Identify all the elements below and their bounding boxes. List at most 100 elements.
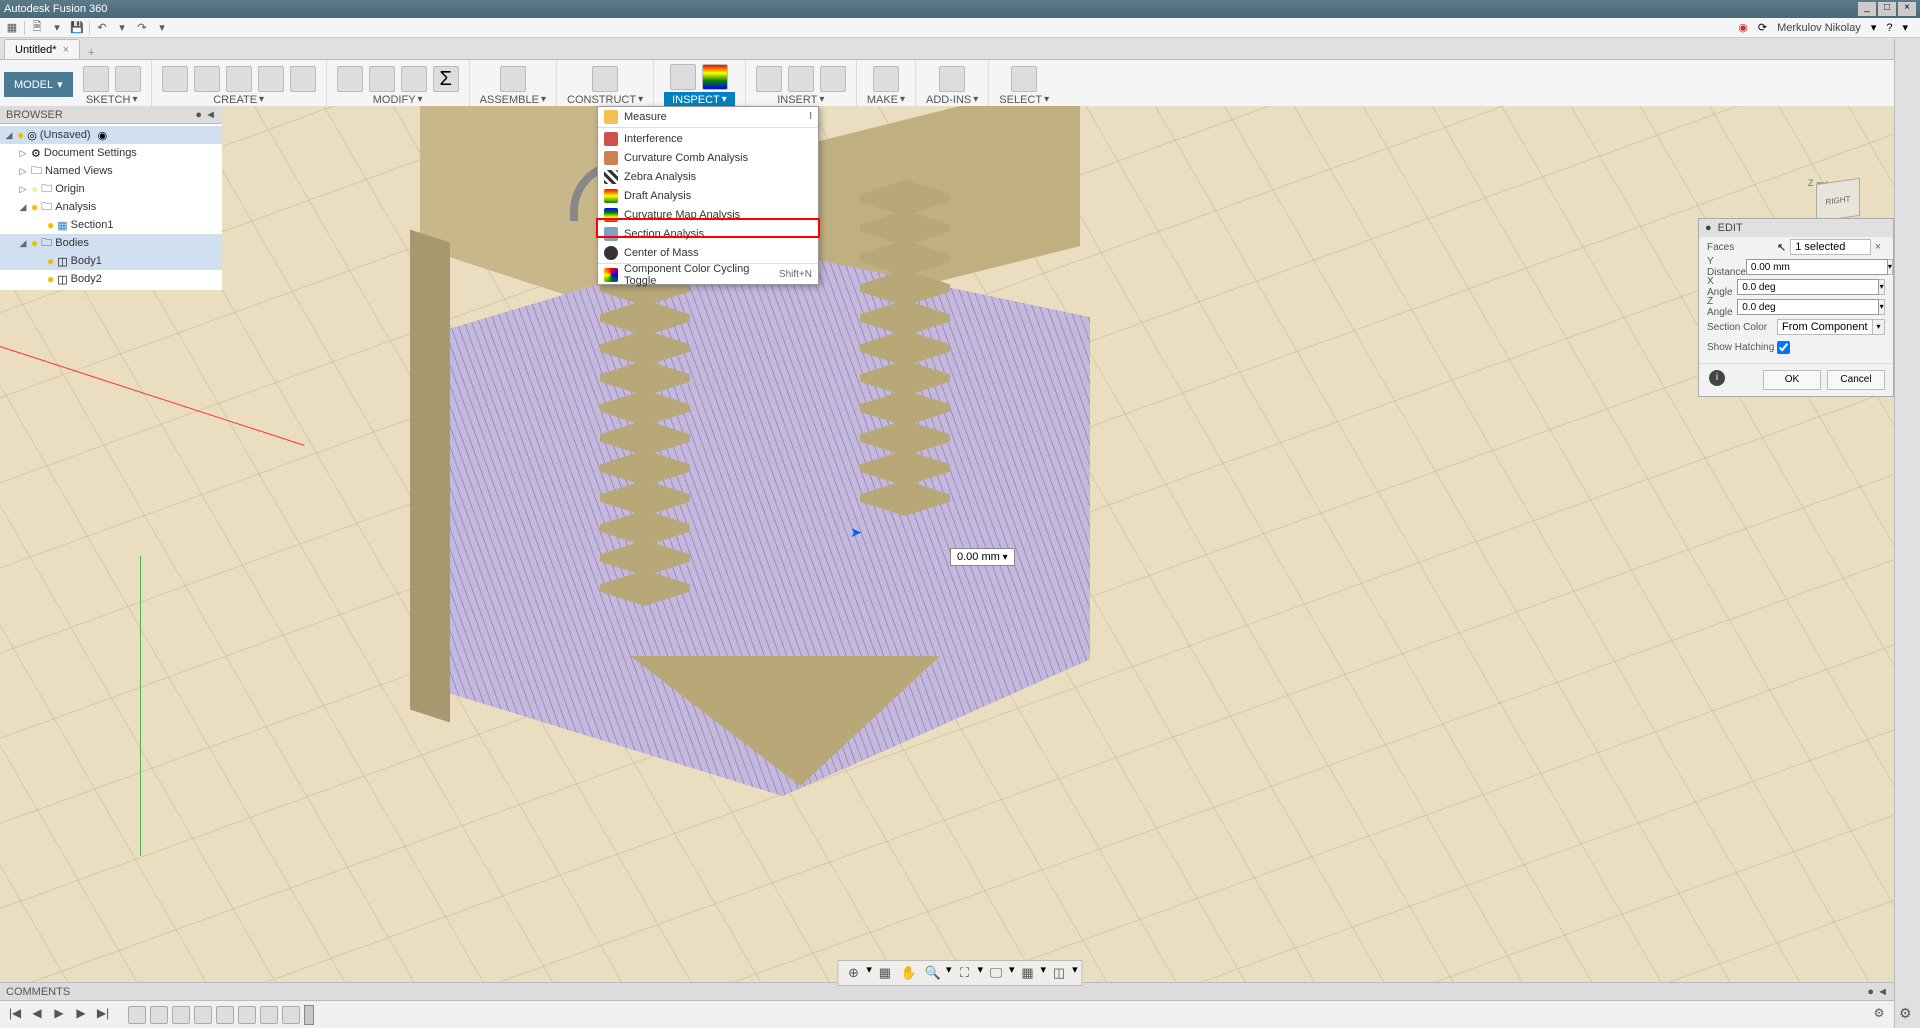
help-menu-arrow[interactable]: ▾ xyxy=(1902,21,1908,34)
make-icon[interactable] xyxy=(873,66,899,92)
look-at-icon[interactable]: ▦ xyxy=(874,963,896,983)
ribbon-group-make[interactable]: MAKE ▾ xyxy=(867,94,905,106)
timeline-start-icon[interactable]: |◀ xyxy=(6,1006,24,1024)
timeline-feature[interactable] xyxy=(216,1006,234,1024)
timeline-feature[interactable] xyxy=(282,1006,300,1024)
sketch-arc-icon[interactable] xyxy=(115,66,141,92)
new-tab-button[interactable]: + xyxy=(80,47,102,59)
user-menu-arrow[interactable]: ▾ xyxy=(1871,21,1877,34)
ribbon-group-assemble[interactable]: ASSEMBLE ▾ xyxy=(480,94,546,106)
menu-curvature-comb[interactable]: Curvature Comb Analysis xyxy=(598,148,818,167)
display-icon[interactable]: 🖵 xyxy=(985,963,1007,983)
menu-zebra[interactable]: Zebra Analysis xyxy=(598,167,818,186)
timeline-feature[interactable] xyxy=(172,1006,190,1024)
create-form-icon[interactable] xyxy=(194,66,220,92)
x-angle-spinner[interactable]: ▾ xyxy=(1879,279,1885,295)
timeline-feature[interactable] xyxy=(260,1006,278,1024)
timeline-settings-icon[interactable]: ⚙ xyxy=(1870,1006,1888,1024)
window-maximize[interactable]: □ xyxy=(1878,2,1896,16)
file-new-icon[interactable]: 🗎 xyxy=(29,20,45,36)
assemble-icon[interactable] xyxy=(500,66,526,92)
save-icon[interactable]: 💾 xyxy=(69,20,85,36)
y-distance-input[interactable] xyxy=(1746,259,1888,275)
document-tab[interactable]: Untitled* × xyxy=(4,39,80,59)
zoom-icon[interactable]: 🔍 xyxy=(922,963,944,983)
inspect-icon[interactable] xyxy=(670,64,696,90)
timeline-feature[interactable] xyxy=(128,1006,146,1024)
home-icon[interactable]: ▦ xyxy=(4,20,20,36)
create-cylinder-icon[interactable] xyxy=(258,66,284,92)
modify-align-icon[interactable] xyxy=(401,66,427,92)
section-color-select[interactable]: From Component xyxy=(1777,319,1873,335)
menu-curvature-map[interactable]: Curvature Map Analysis xyxy=(598,205,818,224)
browser-origin[interactable]: ▷●🗀 Origin xyxy=(0,180,222,198)
z-angle-spinner[interactable]: ▾ xyxy=(1879,299,1885,315)
window-minimize[interactable]: _ xyxy=(1858,2,1876,16)
browser-section1[interactable]: ●▦ Section1 xyxy=(0,216,222,234)
undo-menu[interactable]: ▾ xyxy=(114,20,130,36)
grid-icon[interactable]: ▦ xyxy=(1017,963,1039,983)
browser-root[interactable]: ◢●◎ (Unsaved)◉ xyxy=(0,126,222,144)
clear-selection-icon[interactable]: × xyxy=(1871,241,1885,253)
insert-canvas-icon[interactable] xyxy=(788,66,814,92)
browser-named-views[interactable]: ▷🗀 Named Views xyxy=(0,162,222,180)
edit-panel-header[interactable]: ● EDIT xyxy=(1699,219,1893,237)
help-icon[interactable]: ? xyxy=(1886,22,1892,34)
pan-icon[interactable]: ✋ xyxy=(898,963,920,983)
select-icon[interactable] xyxy=(1011,66,1037,92)
timeline-prev-icon[interactable]: ◀ xyxy=(28,1006,46,1024)
record-icon[interactable]: ◉ xyxy=(1738,21,1748,34)
browser-bodies[interactable]: ◢●🗀 Bodies xyxy=(0,234,222,252)
modify-press-icon[interactable] xyxy=(337,66,363,92)
ribbon-group-select[interactable]: SELECT ▾ xyxy=(999,94,1049,106)
viewport-layout-icon[interactable]: ◫ xyxy=(1048,963,1070,983)
menu-measure[interactable]: MeasureI xyxy=(598,107,818,126)
insert-mcmaster-icon[interactable] xyxy=(820,66,846,92)
z-angle-input[interactable] xyxy=(1737,299,1879,315)
create-pattern-icon[interactable] xyxy=(290,66,316,92)
file-menu-arrow[interactable]: ▾ xyxy=(49,20,65,36)
viewport-canvas[interactable]: ➤ 0.00 mm ▾ Z ⟶ RIGHT xyxy=(0,106,1894,986)
cancel-button[interactable]: Cancel xyxy=(1827,370,1885,390)
browser-body2[interactable]: ●◫ Body2 xyxy=(0,270,222,288)
view-cube-face[interactable]: RIGHT xyxy=(1816,178,1860,222)
tab-close-icon[interactable]: × xyxy=(63,44,69,56)
info-icon[interactable]: i xyxy=(1709,370,1725,386)
ribbon-group-create[interactable]: CREATE ▾ xyxy=(213,94,264,106)
ribbon-group-insert[interactable]: INSERT ▾ xyxy=(777,94,824,106)
ribbon-group-construct[interactable]: CONSTRUCT ▾ xyxy=(567,94,643,106)
inspect-color-icon[interactable] xyxy=(702,64,728,90)
collapse-icon[interactable]: ● xyxy=(1705,222,1712,234)
browser-body1[interactable]: ●◫ Body1 xyxy=(0,252,222,270)
menu-color-toggle[interactable]: Component Color Cycling ToggleShift+N xyxy=(598,265,818,284)
faces-selection[interactable]: 1 selected xyxy=(1790,239,1871,255)
manipulator-arrow-icon[interactable]: ➤ xyxy=(850,524,862,541)
browser-analysis[interactable]: ◢●🗀 Analysis xyxy=(0,198,222,216)
user-name[interactable]: Merkulov Nikolay xyxy=(1777,22,1861,34)
timeline-end-icon[interactable]: ▶| xyxy=(94,1006,112,1024)
x-angle-input[interactable] xyxy=(1737,279,1879,295)
ribbon-group-sketch[interactable]: SKETCH ▾ xyxy=(86,94,138,106)
browser-doc-settings[interactable]: ▷⚙ Document Settings xyxy=(0,144,222,162)
timeline-next-icon[interactable]: ▶ xyxy=(72,1006,90,1024)
menu-draft[interactable]: Draft Analysis xyxy=(598,186,818,205)
redo-icon[interactable]: ↷ xyxy=(134,20,150,36)
ribbon-group-modify[interactable]: MODIFY ▾ xyxy=(373,94,423,106)
modify-fillet-icon[interactable] xyxy=(369,66,395,92)
undo-icon[interactable]: ↶ xyxy=(94,20,110,36)
timeline-marker[interactable] xyxy=(304,1005,314,1025)
sketch-line-icon[interactable] xyxy=(83,66,109,92)
fit-icon[interactable]: ⛶ xyxy=(953,963,975,983)
browser-header[interactable]: BROWSER● ◄ xyxy=(0,106,222,124)
menu-center-of-mass[interactable]: Center of Mass xyxy=(598,243,818,262)
timeline-feature[interactable] xyxy=(150,1006,168,1024)
redo-menu[interactable]: ▾ xyxy=(154,20,170,36)
menu-section-analysis[interactable]: Section Analysis xyxy=(598,224,818,243)
dimension-input[interactable]: 0.00 mm ▾ xyxy=(950,548,1015,566)
job-status-icon[interactable]: ⟳ xyxy=(1758,21,1767,34)
construct-icon[interactable] xyxy=(592,66,618,92)
settings-icon[interactable]: ⚙ xyxy=(1899,1005,1912,1022)
timeline-play-icon[interactable]: ▶ xyxy=(50,1006,68,1024)
section-color-arrow[interactable]: ▾ xyxy=(1873,319,1885,335)
menu-interference[interactable]: Interference xyxy=(598,129,818,148)
